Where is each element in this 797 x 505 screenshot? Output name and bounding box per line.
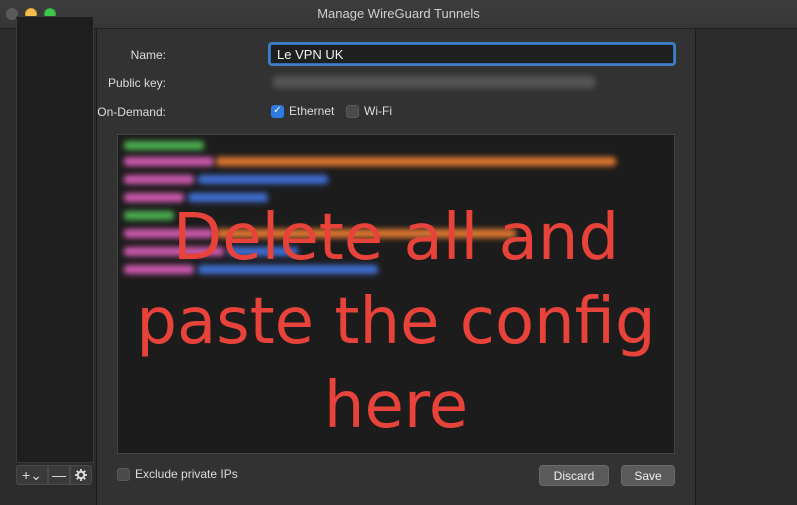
overlay-line: Delete all and <box>172 201 620 275</box>
discard-button[interactable]: Discard <box>539 465 609 486</box>
wifi-checkbox[interactable]: Wi-Fi <box>346 104 392 118</box>
gear-icon-glyph <box>75 469 87 481</box>
ethernet-label: Ethernet <box>289 104 335 118</box>
config-blurred-line <box>124 157 214 166</box>
window-title: Manage WireGuard Tunnels <box>317 6 480 21</box>
name-label: Name: <box>130 48 166 62</box>
save-button[interactable]: Save <box>621 465 675 486</box>
config-blurred-line <box>124 141 204 150</box>
name-input[interactable] <box>270 44 674 64</box>
public-key-value <box>273 76 595 88</box>
gear-icon[interactable] <box>70 465 92 485</box>
right-panel <box>695 29 797 505</box>
public-key-label: Public key: <box>107 76 166 90</box>
remove-tunnel-button[interactable]: — <box>48 465 70 485</box>
config-blurred-line <box>216 157 616 166</box>
overlay-line: paste the config <box>136 285 656 359</box>
wifi-label: Wi-Fi <box>364 104 392 118</box>
checkbox-empty-icon <box>117 467 130 481</box>
exclude-private-ips-checkbox[interactable]: Exclude private IPs <box>117 467 238 481</box>
overlay-line: here <box>323 369 469 443</box>
config-blurred-line <box>124 175 194 184</box>
instruction-overlay: Delete all and paste the config here <box>117 196 675 448</box>
config-blurred-line <box>198 175 328 184</box>
ethernet-checkbox[interactable]: ✓ Ethernet <box>271 104 334 118</box>
sidebar-toolbar: +⌄ — <box>16 465 92 487</box>
on-demand-label: On-Demand: <box>97 105 166 119</box>
checkbox-empty-icon <box>346 104 359 118</box>
exclude-private-ips-label: Exclude private IPs <box>135 467 238 481</box>
add-tunnel-button[interactable]: +⌄ <box>16 465 48 485</box>
title-bar: Manage WireGuard Tunnels <box>0 0 797 29</box>
checkmark-icon: ✓ <box>271 104 284 118</box>
